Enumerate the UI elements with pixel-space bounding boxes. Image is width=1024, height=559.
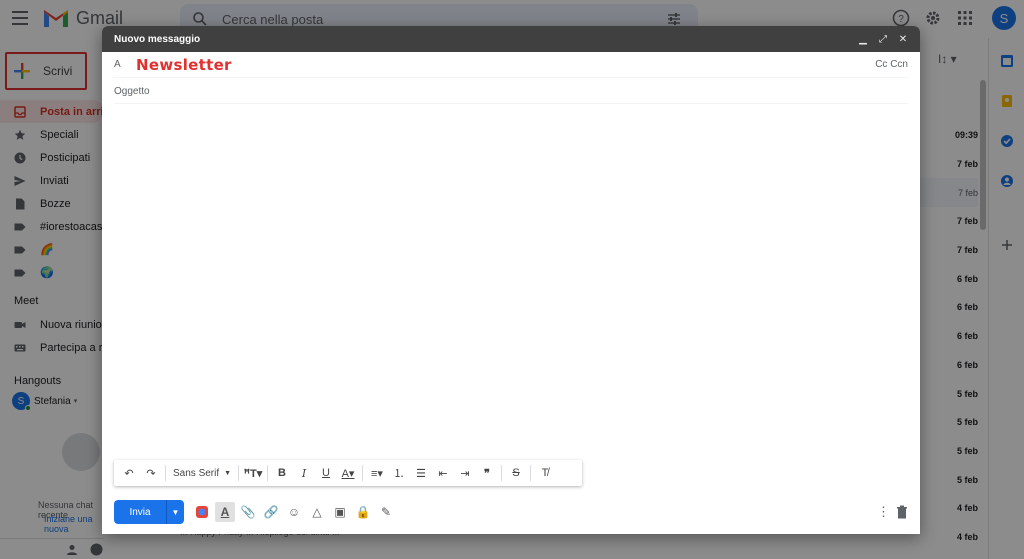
templates-icon[interactable] bbox=[192, 502, 212, 522]
toolbar-divider bbox=[501, 465, 502, 481]
compose-window: Nuovo messaggio ▁ ⤢ ✕ A Newsletter Cc Cc… bbox=[102, 26, 920, 534]
indent-less-icon[interactable]: ⇤ bbox=[433, 463, 453, 483]
bulleted-list-icon[interactable]: ☰ bbox=[411, 463, 431, 483]
insert-photo-icon[interactable]: ▣ bbox=[330, 502, 350, 522]
recipients-row[interactable]: A Newsletter Cc Ccn bbox=[114, 52, 908, 78]
cc-bcc-link[interactable]: Cc Ccn bbox=[875, 59, 908, 70]
to-label: A bbox=[114, 59, 121, 70]
send-options-icon[interactable]: ▼ bbox=[166, 500, 184, 524]
align-icon[interactable]: ≡▾ bbox=[367, 463, 387, 483]
compose-title: Nuovo messaggio bbox=[114, 33, 201, 45]
to-field[interactable]: Newsletter bbox=[136, 56, 232, 74]
italic-icon[interactable]: I bbox=[294, 463, 314, 483]
formatting-toolbar: ↶ ↷ Sans Serif ▼ ꟸT▾ B I U A▾ ≡▾ ⒈ ☰ ⇤ ⇥ … bbox=[114, 460, 582, 486]
subject-row[interactable]: Oggetto bbox=[114, 79, 908, 104]
text-size-icon[interactable]: ꟸT▾ bbox=[243, 463, 263, 483]
toolbar-divider bbox=[165, 465, 166, 481]
chevron-down-icon: ▼ bbox=[224, 469, 231, 477]
signature-icon[interactable]: ✎ bbox=[376, 502, 396, 522]
fullscreen-icon[interactable]: ⤢ bbox=[878, 34, 888, 45]
compose-window-controls: ▁ ⤢ ✕ bbox=[858, 34, 908, 45]
compose-header: Nuovo messaggio ▁ ⤢ ✕ bbox=[102, 26, 920, 52]
send-button[interactable]: Invia ▼ bbox=[114, 500, 184, 524]
close-icon[interactable]: ✕ bbox=[898, 34, 908, 45]
redo-icon[interactable]: ↷ bbox=[141, 463, 161, 483]
undo-icon[interactable]: ↶ bbox=[119, 463, 139, 483]
insert-link-icon[interactable]: 🔗 bbox=[261, 502, 281, 522]
emoji-icon[interactable]: ☺ bbox=[284, 502, 304, 522]
send-label[interactable]: Invia bbox=[114, 500, 166, 524]
toolbar-divider bbox=[530, 465, 531, 481]
font-name: Sans Serif bbox=[173, 467, 220, 479]
google-drive-icon[interactable]: △ bbox=[307, 502, 327, 522]
text-color-icon[interactable]: A▾ bbox=[338, 463, 358, 483]
strikethrough-icon[interactable]: S bbox=[506, 463, 526, 483]
bold-icon[interactable]: B bbox=[272, 463, 292, 483]
font-select[interactable]: Sans Serif ▼ bbox=[170, 463, 234, 483]
attach-file-icon[interactable]: 📎 bbox=[238, 502, 258, 522]
toolbar-divider bbox=[267, 465, 268, 481]
mailchimp-icon bbox=[196, 506, 208, 518]
toolbar-divider bbox=[362, 465, 363, 481]
compose-bottom-right: ⋮ bbox=[877, 504, 908, 520]
subject-field[interactable]: Oggetto bbox=[114, 86, 150, 97]
message-body[interactable] bbox=[114, 106, 908, 456]
quote-icon[interactable]: ❞ bbox=[477, 463, 497, 483]
discard-trash-icon[interactable] bbox=[896, 505, 908, 519]
minimize-icon[interactable]: ▁ bbox=[858, 34, 868, 45]
formatting-options-icon[interactable]: A bbox=[215, 502, 235, 522]
underline-icon[interactable]: U bbox=[316, 463, 336, 483]
confidential-mode-icon[interactable]: 🔒 bbox=[353, 502, 373, 522]
more-options-icon[interactable]: ⋮ bbox=[877, 504, 890, 520]
numbered-list-icon[interactable]: ⒈ bbox=[389, 463, 409, 483]
indent-more-icon[interactable]: ⇥ bbox=[455, 463, 475, 483]
compose-bottom-bar: Invia ▼ A 📎 🔗 ☺ △ ▣ 🔒 ✎ ⋮ bbox=[114, 500, 908, 524]
toolbar-divider bbox=[238, 465, 239, 481]
remove-formatting-icon[interactable]: T̸ bbox=[535, 463, 555, 483]
